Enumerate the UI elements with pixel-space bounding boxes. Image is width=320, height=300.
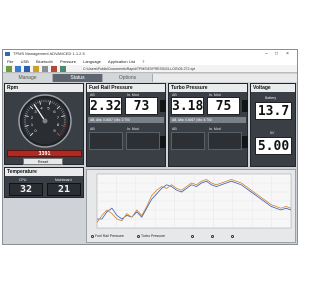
fuel-rail-panel: Fuel Rail Pressure AB In. Mod 2.32 73 AB…	[86, 83, 166, 167]
close-icon[interactable]: ×	[286, 50, 289, 58]
turbo-side-indicator	[242, 100, 248, 112]
legend-fuel-rail-label: Fuel Rail Pressure	[95, 234, 124, 238]
save-icon[interactable]	[42, 66, 48, 72]
turbo-subinfo: AB, Abs: 0.4067 | Mo: 4.700	[170, 117, 246, 123]
toolbar: C:\Users\Public\Documents\Rapid\TPMS\EXP…	[3, 65, 297, 73]
menu-pressure[interactable]: Pressure	[60, 59, 76, 64]
legend-turbo[interactable]: Turbo Pressure	[137, 234, 165, 238]
battery-label: Battery	[265, 96, 277, 100]
temperature-title: Temperature	[5, 168, 83, 176]
rpm-title: Rpm	[5, 84, 83, 92]
minimize-icon[interactable]: –	[265, 50, 268, 58]
window-title: TPMS Management ADVANCED 1.1.2.5	[13, 51, 85, 56]
connect-icon[interactable]	[6, 66, 12, 72]
legend-option-dot-4[interactable]	[211, 235, 214, 238]
turbo-mini-left-label: AB	[172, 127, 177, 131]
menu-usb[interactable]: USB	[21, 59, 29, 64]
application-window: TPMS Management ADVANCED 1.1.2.5 – □ × F…	[2, 49, 298, 245]
fuel-rail-side-indicator-2	[160, 136, 166, 148]
battery-voltage-value: 13.7	[255, 102, 292, 120]
legend-turbo-dot[interactable]	[137, 234, 140, 238]
five-volt-value: 5.00	[255, 137, 292, 155]
turbo-side-indicator-2	[242, 136, 248, 148]
fuel-rail-mini-right-label: In. Mod	[127, 127, 139, 131]
fuel-rail-subinfo: AB, Abs: 0.4067 | Mo: 2.700	[88, 117, 164, 123]
turbo-mini-right	[208, 132, 242, 150]
legend-fuel-rail[interactable]: Fuel Rail Pressure	[91, 234, 124, 238]
turbo-mini-left	[171, 132, 205, 150]
app-icon	[5, 52, 10, 56]
voltage-title: Voltage	[251, 84, 295, 92]
file-path: C:\Users\Public\Documents\Rapid\TPMS\EXP…	[83, 67, 196, 71]
tab-bar: Manage Status Options	[3, 74, 297, 82]
fuel-rail-mini-left-label: AB	[90, 127, 95, 131]
pressure-history-chart	[96, 173, 292, 229]
maximize-icon[interactable]: □	[275, 50, 278, 58]
mainboard-label: Mainboard	[55, 178, 72, 182]
tab-manage[interactable]: Manage	[3, 74, 53, 82]
reset-button[interactable]: Reset	[23, 158, 63, 165]
legend-fuel-rail-dot[interactable]	[91, 234, 94, 238]
fuel-rail-secondary-value: 73	[125, 97, 158, 115]
fuel-rail-side-indicator	[160, 100, 166, 112]
menu-language[interactable]: Language	[83, 59, 101, 64]
rpm-panel: Rpm 0123456789 3391 Reset	[4, 83, 84, 165]
menu-application-list[interactable]: Application List	[108, 59, 135, 64]
turbo-mini-right-label: In. Mod	[209, 127, 221, 131]
fuel-rail-primary-value: 2.32	[89, 97, 122, 115]
history-chart-panel: Fuel Rail Pressure Turbo Pressure	[86, 169, 296, 243]
five-volt-label: 5V	[270, 131, 275, 135]
tab-status[interactable]: Status	[53, 74, 103, 82]
title-bar: TPMS Management ADVANCED 1.1.2.5 – □ ×	[3, 50, 297, 58]
bluetooth-icon[interactable]	[24, 66, 30, 72]
mainboard-temp-value: 21	[47, 183, 81, 196]
menu-file[interactable]: File	[7, 59, 13, 64]
legend-turbo-label: Turbo Pressure	[141, 234, 165, 238]
tab-options[interactable]: Options	[103, 74, 153, 82]
fuel-rail-title: Fuel Rail Pressure	[87, 84, 165, 92]
turbo-panel: Turbo Pressure AB In. Mod 3.18 75 AB, Ab…	[168, 83, 248, 167]
settings-icon[interactable]	[60, 66, 66, 72]
fuel-rail-mini-left	[89, 132, 123, 150]
cpu-label: CPU	[19, 178, 27, 182]
menu-bluetooth[interactable]: Bluetooth	[36, 59, 53, 64]
legend-option-dot-3[interactable]	[191, 235, 194, 238]
gauge-hub	[42, 118, 48, 124]
fuel-rail-mini-right	[126, 132, 160, 150]
menu-help[interactable]: ?	[142, 59, 144, 64]
menu-bar: File USB Bluetooth Pressure Language App…	[3, 58, 297, 65]
temperature-panel: Temperature CPU Mainboard 32 21	[4, 167, 84, 198]
turbo-primary-value: 3.18	[171, 97, 204, 115]
voltage-panel: Voltage Battery 13.7 5V 5.00	[250, 83, 296, 167]
folder-icon[interactable]	[33, 66, 39, 72]
cpu-temp-value: 32	[9, 183, 43, 196]
record-icon[interactable]	[51, 66, 57, 72]
turbo-title: Turbo Pressure	[169, 84, 247, 92]
legend-option-dot-5[interactable]	[231, 235, 234, 238]
turbo-secondary-value: 75	[207, 97, 240, 115]
usb-icon[interactable]	[15, 66, 21, 72]
rpm-gauge: 01234 56789	[18, 94, 72, 148]
rpm-value: 3391	[7, 150, 82, 157]
